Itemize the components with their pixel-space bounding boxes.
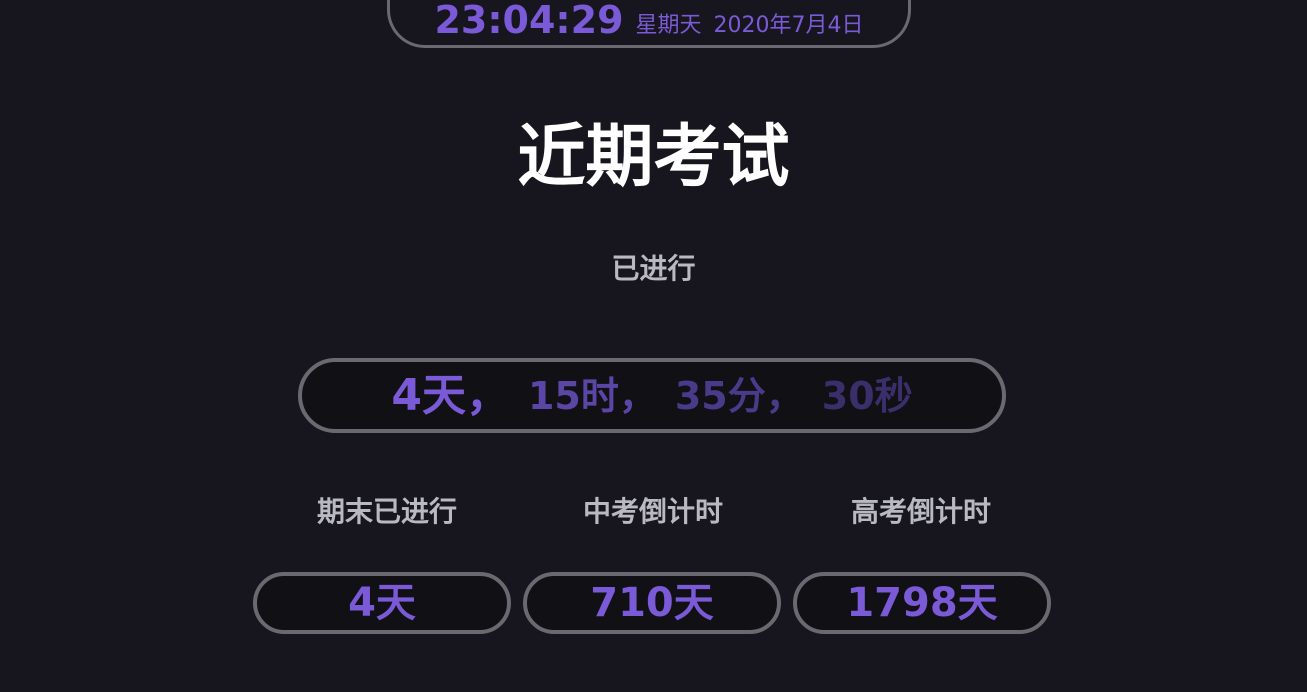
countdown-days: 4天， <box>391 369 510 421</box>
card-value-final: 4天 <box>348 580 416 626</box>
card-label-zhongkao: 中考倒计时 <box>582 495 723 528</box>
clock-panel: 23:04:29 星期天 2020年7月4日 <box>387 0 911 48</box>
card-value-gaokao: 1798天 <box>846 580 998 626</box>
page-title: 近期考试 <box>517 118 790 197</box>
countdown-minutes: 35分， <box>674 373 804 418</box>
card-label-gaokao: 高考倒计时 <box>850 495 991 528</box>
main-countdown: 4天， 15时， 35分， 30秒 <box>298 358 1006 433</box>
countdown-hours: 15时， <box>527 373 657 418</box>
page-subtitle: 已进行 <box>611 252 696 285</box>
clock-date: 2020年7月4日 <box>713 13 864 38</box>
countdown-seconds: 30秒 <box>821 373 913 418</box>
card-gaokao: 1798天 <box>793 572 1051 634</box>
clock-weekday: 星期天 <box>635 13 702 38</box>
card-final: 4天 <box>253 572 511 634</box>
card-label-final: 期末已进行 <box>316 495 457 528</box>
card-value-zhongkao: 710天 <box>590 580 714 626</box>
clock-time: 23:04:29 <box>434 0 624 42</box>
card-zhongkao: 710天 <box>523 572 781 634</box>
